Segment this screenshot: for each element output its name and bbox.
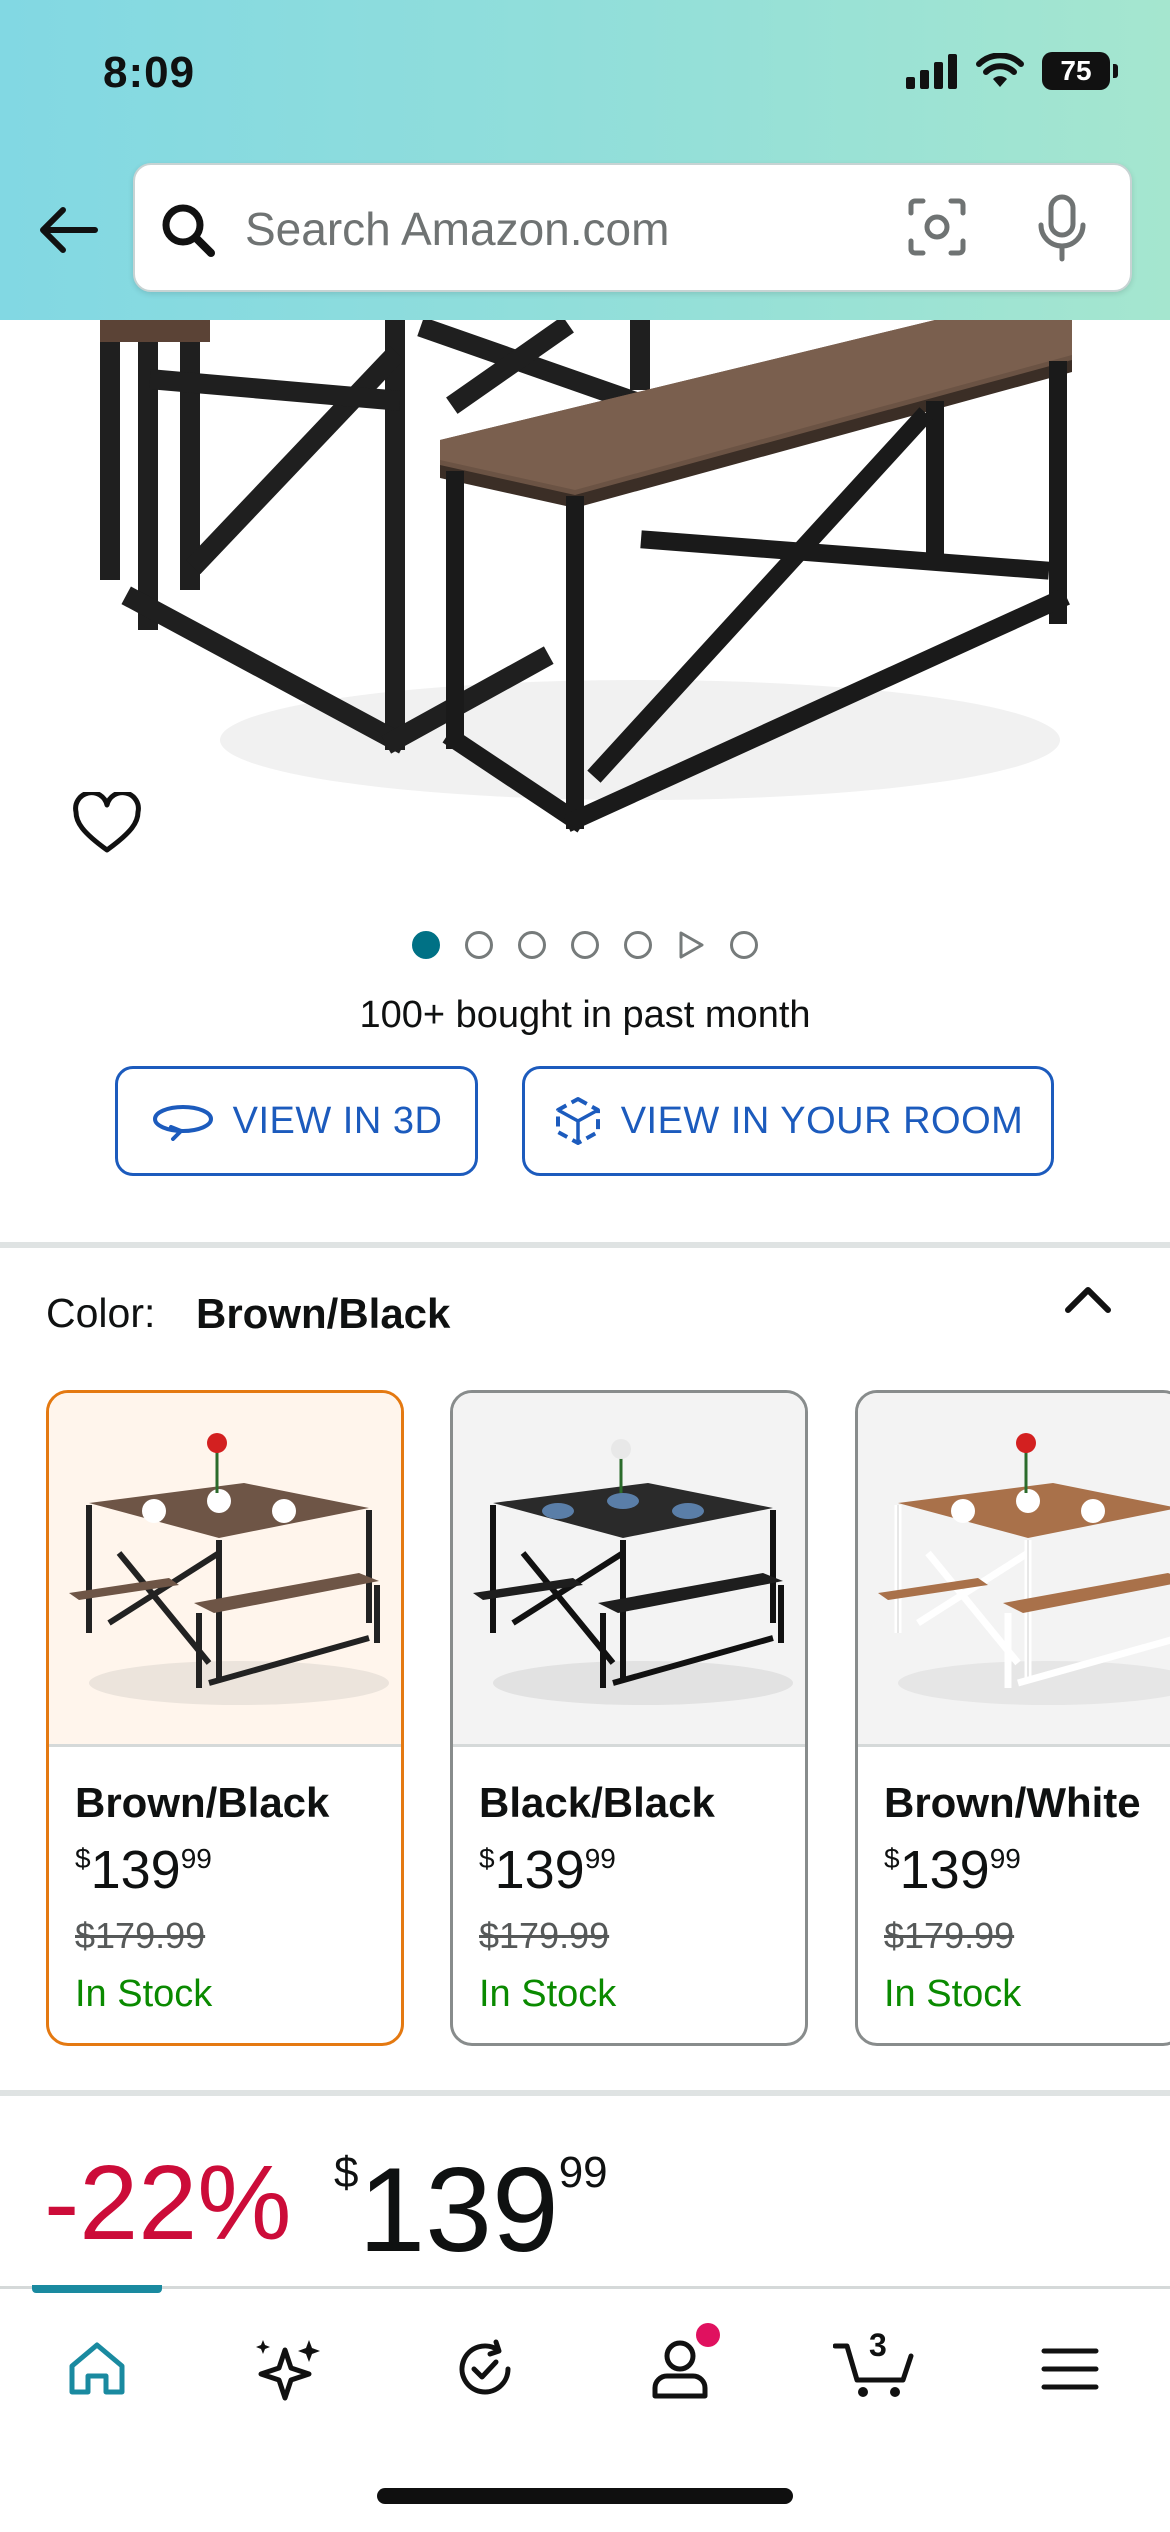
color-label: Color:	[46, 1290, 156, 1336]
home-icon	[69, 2342, 125, 2395]
nav-account[interactable]	[630, 2323, 730, 2409]
variant-currency: $	[479, 1843, 495, 1874]
variant-list-price: $179.99	[479, 1915, 610, 1956]
nav-rufus-ai[interactable]	[240, 2329, 340, 2409]
price-dollars: 139	[358, 2143, 559, 2277]
variant-name: Brown/Black	[75, 1779, 330, 1826]
search-icon	[162, 204, 215, 257]
hamburger-menu-icon	[1041, 2348, 1099, 2390]
variant-price-dollars: 139	[90, 1840, 181, 1900]
carousel-dot[interactable]	[571, 931, 599, 959]
carousel-dot[interactable]	[518, 931, 546, 959]
refresh-check-icon	[459, 2339, 511, 2395]
product-image[interactable]	[0, 320, 1170, 880]
back-arrow-icon	[40, 207, 98, 253]
variant-image	[878, 1433, 1170, 1705]
variant-currency: $	[75, 1843, 91, 1874]
nav-menu[interactable]	[1020, 2329, 1120, 2409]
cart-count-badge: 3	[869, 2327, 887, 2363]
color-variant-black-black[interactable]: Black/Black $13999 $179.99 In Stock	[450, 1390, 808, 2046]
variant-list-price: $179.99	[75, 1915, 206, 1956]
selected-color: Brown/Black	[196, 1290, 451, 1337]
variant-name: Brown/White	[884, 1779, 1141, 1826]
wifi-icon	[976, 53, 1024, 87]
home-indicator[interactable]	[377, 2488, 793, 2504]
variant-price: $13999	[479, 1843, 616, 1897]
image-carousel-dots[interactable]	[0, 930, 1170, 960]
variant-stock-status: In Stock	[479, 1973, 617, 2015]
variant-price-cents: 99	[180, 1843, 212, 1874]
chevron-up-icon	[1065, 1287, 1111, 1313]
carousel-dot-active[interactable]	[412, 931, 440, 959]
color-variant-brown-white[interactable]: Brown/White $13999 $179.99 In Stock	[855, 1390, 1170, 2046]
variant-price: $13999	[884, 1843, 1021, 1897]
variant-price: $13999	[75, 1843, 212, 1897]
carousel-dot[interactable]	[624, 931, 652, 959]
carousel-dot[interactable]	[730, 931, 758, 959]
price-currency: $	[334, 2148, 359, 2197]
user-icon	[652, 2340, 708, 2399]
variant-thumbnail	[49, 1393, 401, 1747]
carousel-dot[interactable]	[465, 931, 493, 959]
variant-image	[69, 1433, 389, 1705]
color-variant-brown-black[interactable]: Brown/Black $13999 $179.99 In Stock	[46, 1390, 404, 2046]
battery-indicator: 75	[1042, 52, 1118, 90]
view-in-your-room-label: VIEW IN YOUR ROOM	[620, 1099, 1024, 1142]
variant-currency: $	[884, 1843, 900, 1874]
nav-home[interactable]	[47, 2329, 147, 2409]
discount-percentage: -22%	[44, 2144, 292, 2262]
variant-price-cents: 99	[584, 1843, 616, 1874]
microphone-icon[interactable]	[1035, 193, 1089, 263]
bought-in-past-month: 100+ bought in past month	[359, 994, 811, 1036]
variant-stock-status: In Stock	[75, 1973, 213, 2015]
variant-thumbnail	[453, 1393, 805, 1747]
current-price: $13999	[334, 2150, 608, 2270]
rotate-3d-icon	[152, 1105, 213, 1141]
heart-icon	[73, 790, 141, 853]
sparkle-icon	[256, 2340, 320, 2401]
variant-name: Black/Black	[479, 1779, 715, 1826]
back-button[interactable]	[30, 195, 106, 265]
search-bar[interactable]	[133, 163, 1132, 292]
active-tab-indicator	[32, 2285, 162, 2293]
header: 8:09 75	[0, 0, 1170, 320]
variant-price-dollars: 139	[899, 1840, 990, 1900]
video-play-icon[interactable]	[677, 930, 705, 960]
status-icons: 75	[906, 52, 1118, 90]
notification-dot	[696, 2323, 720, 2347]
camera-search-icon[interactable]	[905, 195, 969, 259]
variant-list-price: $179.99	[884, 1915, 1015, 1956]
nav-buy-again[interactable]	[435, 2329, 535, 2409]
signal-icon	[906, 54, 957, 89]
status-time: 8:09	[103, 48, 196, 97]
ar-cube-icon	[555, 1097, 600, 1145]
view-in-your-room-button[interactable]: VIEW IN YOUR ROOM	[522, 1066, 1054, 1176]
search-input[interactable]	[245, 191, 895, 267]
variant-stock-status: In Stock	[884, 1973, 1022, 2015]
product-photo	[100, 320, 1072, 833]
variant-price-cents: 99	[989, 1843, 1021, 1874]
variant-thumbnail	[858, 1393, 1170, 1747]
view-in-3d-button[interactable]: VIEW IN 3D	[115, 1066, 478, 1176]
view-in-3d-label: VIEW IN 3D	[232, 1099, 443, 1142]
price-cents: 99	[558, 2148, 608, 2197]
variant-price-dollars: 139	[494, 1840, 585, 1900]
nav-cart[interactable]: 3	[825, 2327, 925, 2409]
wishlist-button[interactable]	[72, 790, 142, 856]
collapse-color-button[interactable]	[1058, 1280, 1118, 1332]
variant-image	[473, 1439, 793, 1705]
section-divider	[0, 1242, 1170, 1248]
section-divider	[0, 2090, 1170, 2096]
